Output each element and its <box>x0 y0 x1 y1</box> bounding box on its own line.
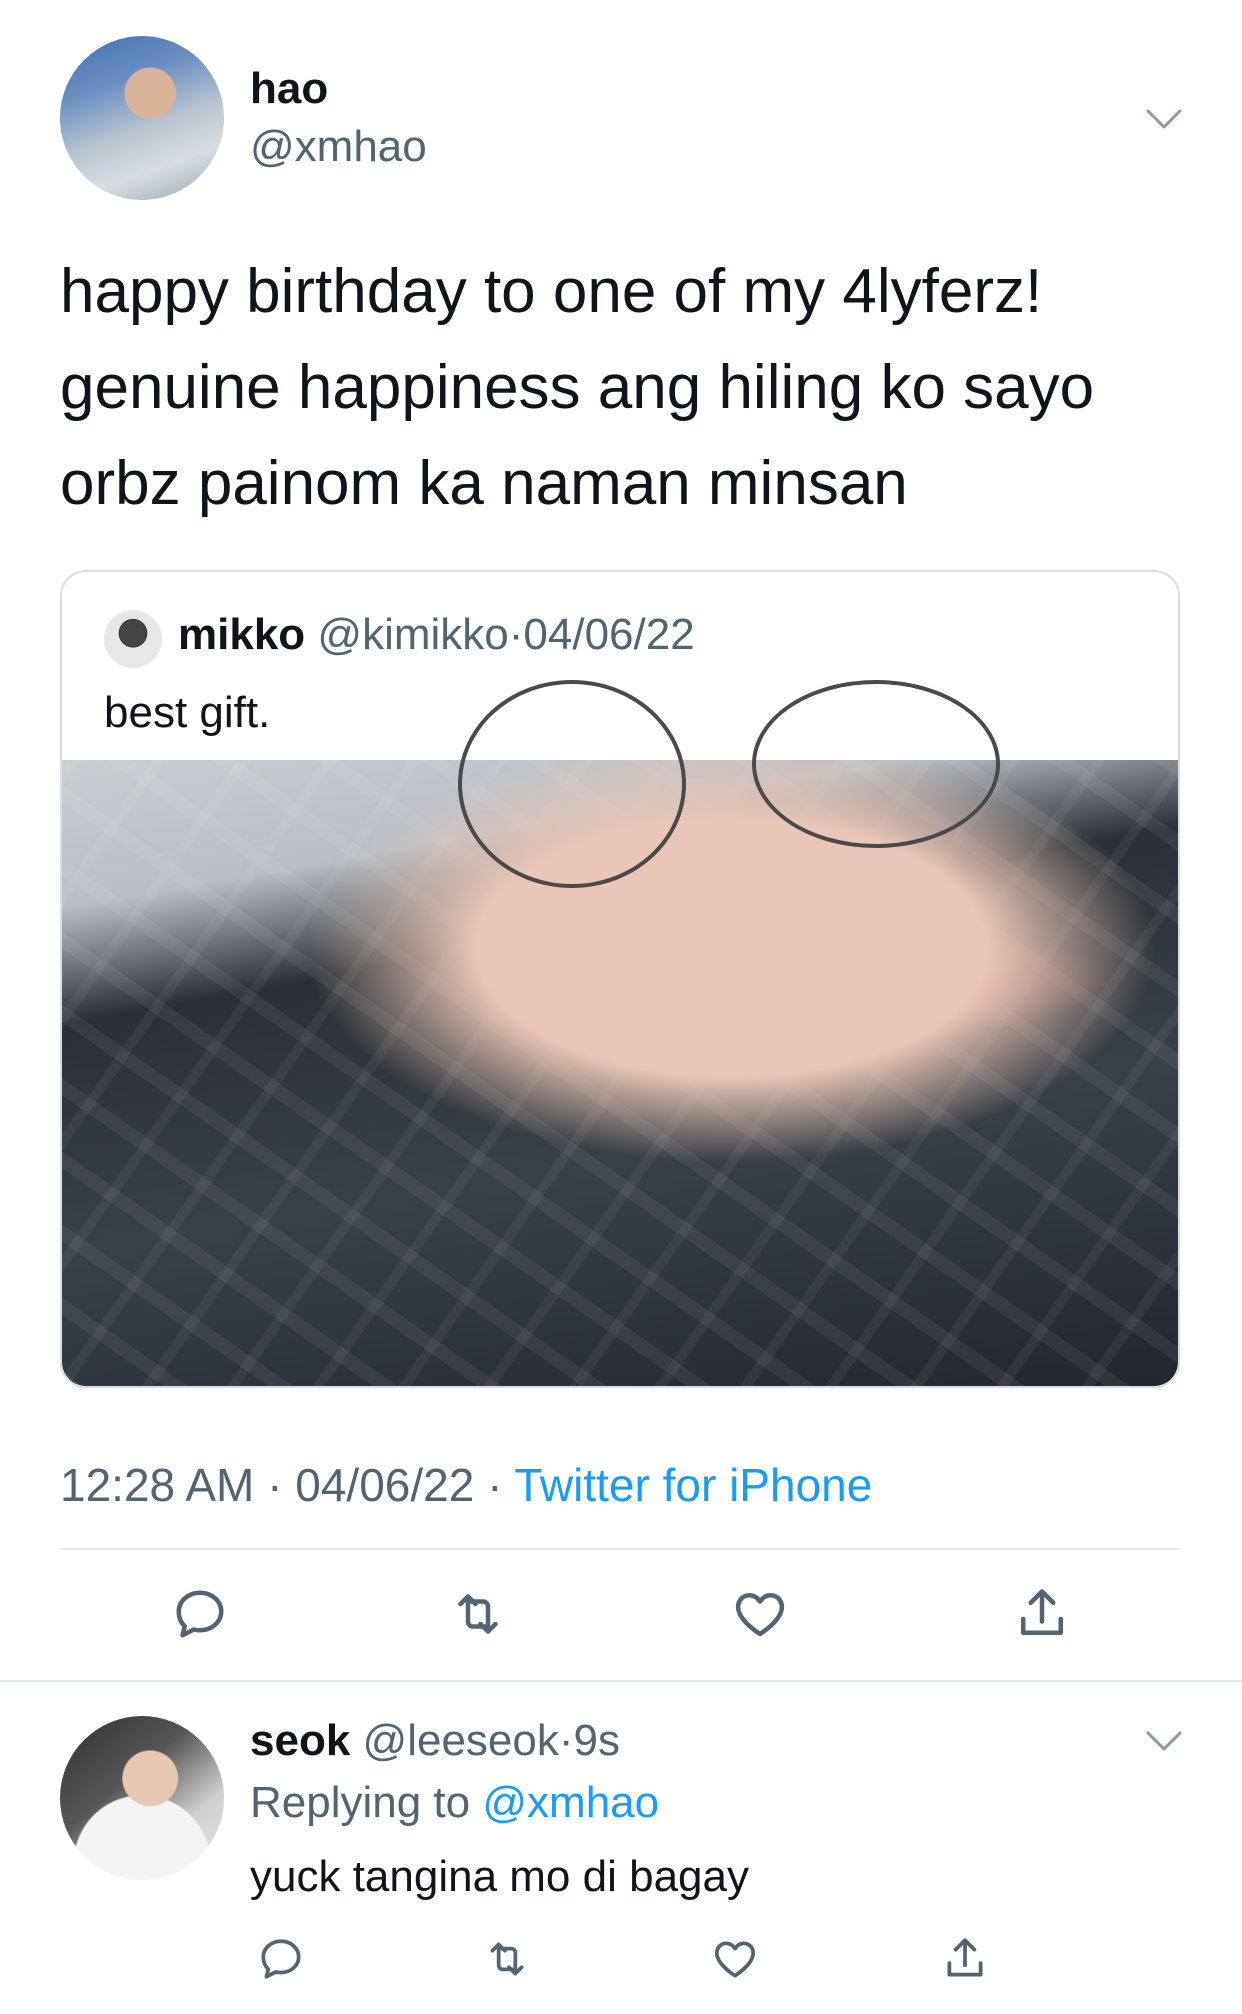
quote-author-name: mikko <box>178 610 306 659</box>
tweet-date: 04/06/22 <box>295 1459 475 1511</box>
tweet-source-link[interactable]: Twitter for iPhone <box>514 1459 872 1511</box>
quote-header: mikko @kimikko·04/06/22 <box>178 610 695 660</box>
share-icon[interactable] <box>1012 1584 1072 1644</box>
tweet-time: 12:28 AM <box>60 1459 255 1511</box>
share-icon[interactable] <box>940 1934 990 1984</box>
replying-to-label: Replying to <box>250 1778 471 1827</box>
retweet-icon[interactable] <box>482 1934 532 1984</box>
heart-icon[interactable] <box>730 1584 790 1644</box>
meta-separator: · <box>267 1459 283 1511</box>
author-name[interactable]: hao <box>250 64 328 114</box>
reply-icon[interactable] <box>170 1584 230 1644</box>
quote-date: 04/06/22 <box>523 610 695 659</box>
chevron-down-icon[interactable] <box>1146 1730 1182 1752</box>
reply-author-avatar[interactable] <box>60 1716 224 1880</box>
reply-header: seok @leeseok·9s <box>250 1716 620 1766</box>
tweet-text-line: genuine happiness ang hiling ko sayo <box>60 353 1095 422</box>
tweet-meta: 12:28 AM · 04/06/22 · Twitter for iPhone <box>60 1458 872 1512</box>
photo-glasses-right <box>752 680 1000 848</box>
reply-author-handle[interactable]: @leeseok <box>363 1716 559 1765</box>
meta-separator: · <box>487 1459 503 1511</box>
reply-age: 9s <box>573 1716 620 1765</box>
reply-text: yuck tangina mo di bagay <box>250 1852 749 1901</box>
section-divider <box>0 1680 1242 1682</box>
tweet-text-line: orbz painom ka naman minsan <box>60 449 908 518</box>
reply-separator: · <box>558 1716 574 1765</box>
chevron-down-icon[interactable] <box>1146 108 1182 130</box>
author-handle[interactable]: @xmhao <box>250 122 427 172</box>
replying-to-mention[interactable]: @xmhao <box>482 1778 659 1827</box>
reply-author-name[interactable]: seok <box>250 1716 350 1765</box>
reply-icon[interactable] <box>256 1934 306 1984</box>
divider <box>60 1548 1180 1550</box>
quote-photo[interactable] <box>62 680 1178 1386</box>
quote-author-handle: @kimikko <box>317 610 509 659</box>
photo-glasses-left <box>458 680 686 888</box>
tweet-text-line: happy birthday to one of my 4lyferz! <box>60 257 1043 326</box>
retweet-icon[interactable] <box>448 1584 508 1644</box>
quoted-tweet-card[interactable]: mikko @kimikko·04/06/22 best gift. <box>60 570 1180 1388</box>
heart-icon[interactable] <box>710 1934 760 1984</box>
replying-to-line: Replying to @xmhao <box>250 1778 659 1828</box>
author-avatar[interactable] <box>60 36 224 200</box>
quote-separator: · <box>508 610 524 659</box>
quote-author-avatar <box>104 610 162 668</box>
quote-text: best gift. <box>104 688 271 737</box>
